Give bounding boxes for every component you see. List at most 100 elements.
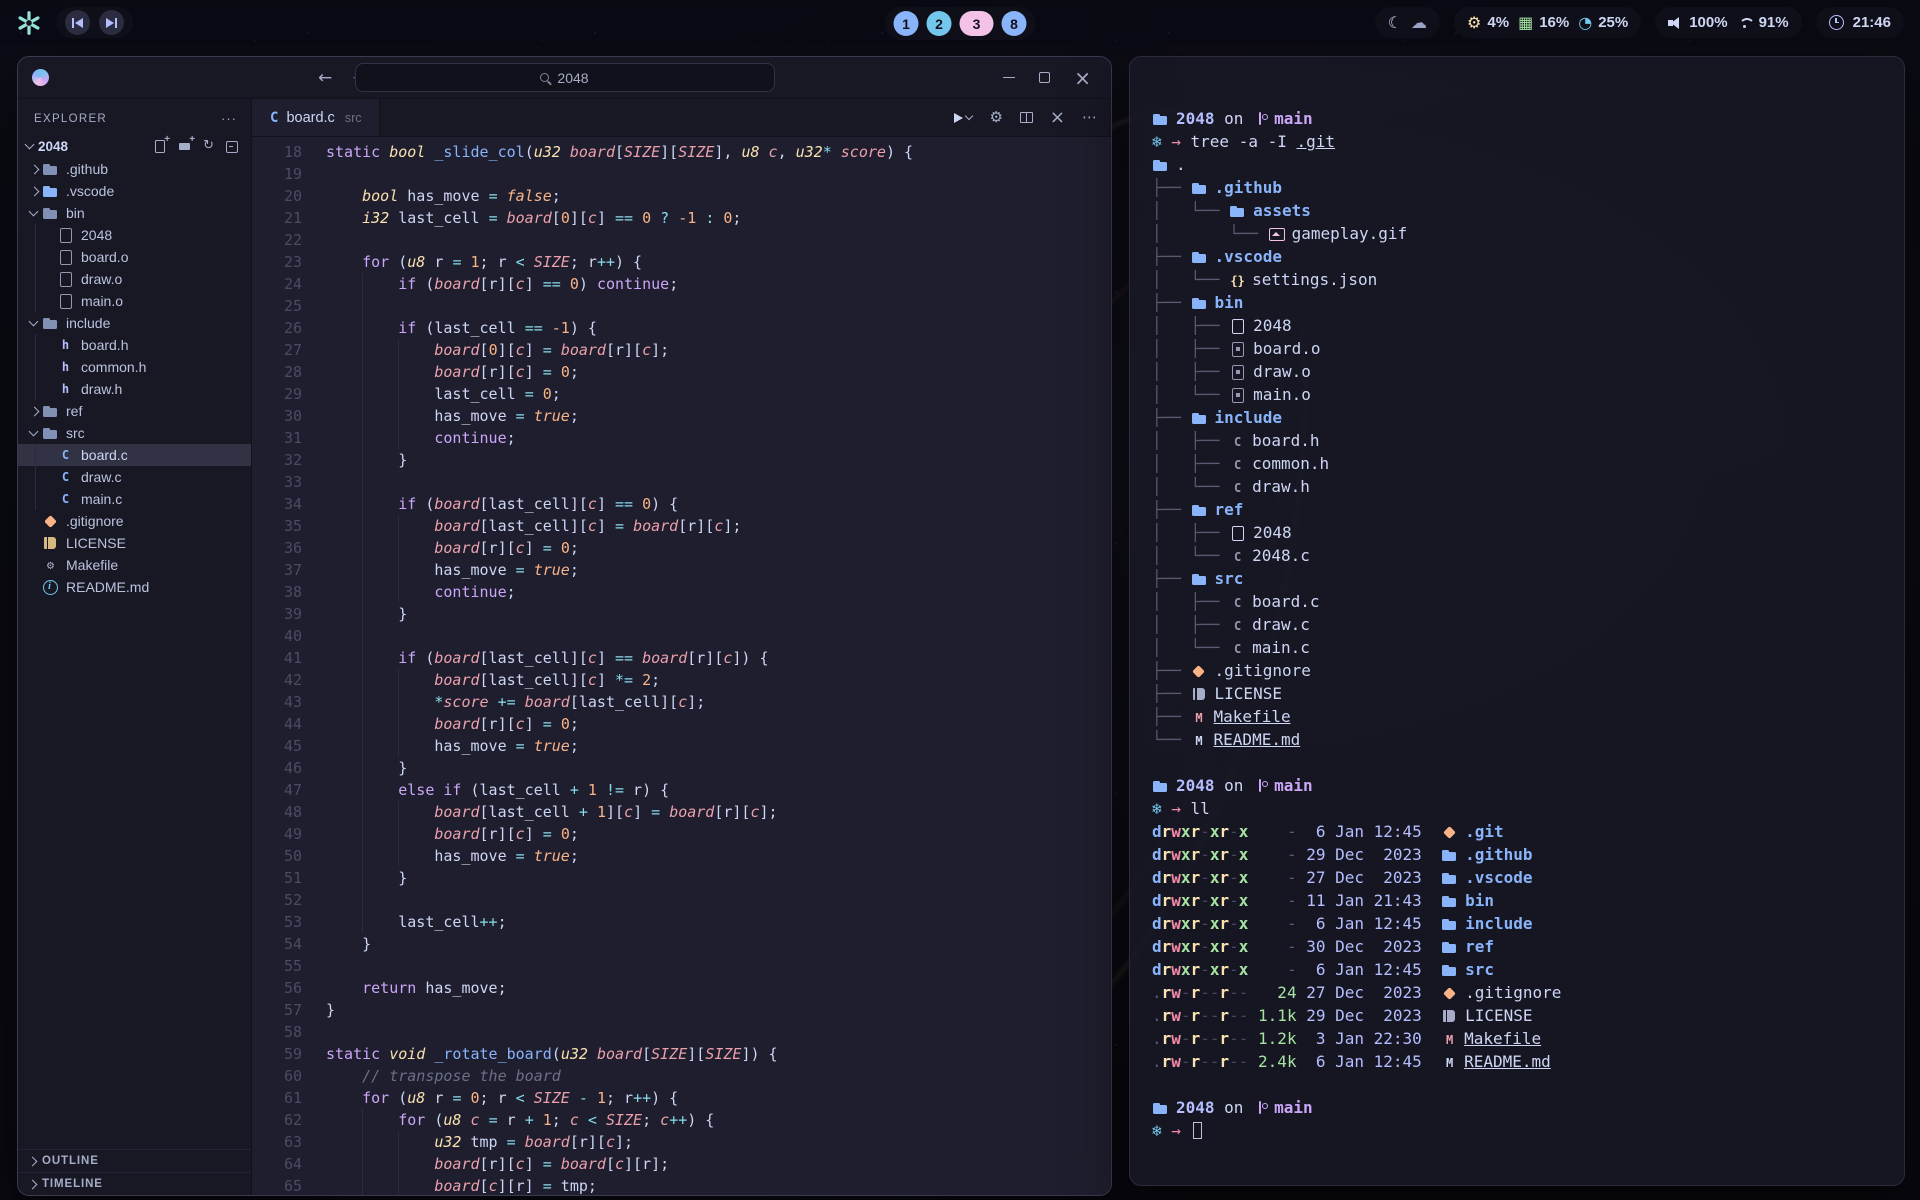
code-line-40[interactable]: 40	[252, 625, 1111, 647]
tree-item-ref[interactable]: ref	[18, 400, 251, 422]
tree-item-draw.h[interactable]: hdraw.h	[18, 378, 251, 400]
new-folder-icon[interactable]	[178, 139, 193, 153]
code-line-59[interactable]: 59static void _rotate_board(u32 board[SI…	[252, 1043, 1111, 1065]
minimize-button[interactable]	[1003, 69, 1015, 87]
code-line-23[interactable]: 23 for (u8 r = 1; r < SIZE; r++) {	[252, 251, 1111, 273]
code-line-48[interactable]: 48 board[last_cell + 1][c] = board[r][c]…	[252, 801, 1111, 823]
close-editor-icon[interactable]: ×	[1050, 109, 1065, 127]
code-line-38[interactable]: 38 continue;	[252, 581, 1111, 603]
tree-item-.vscode[interactable]: .vscode	[18, 180, 251, 202]
code-line-28[interactable]: 28 board[r][c] = 0;	[252, 361, 1111, 383]
code-line-44[interactable]: 44 board[r][c] = 0;	[252, 713, 1111, 735]
project-root[interactable]: 2048 ↻	[18, 134, 251, 158]
code-line-62[interactable]: 62 for (u8 c = r + 1; c < SIZE; c++) {	[252, 1109, 1111, 1131]
code-line-39[interactable]: 39 }	[252, 603, 1111, 625]
code-line-30[interactable]: 30 has_move = true;	[252, 405, 1111, 427]
tree-item-src[interactable]: src	[18, 422, 251, 444]
tree-item-main.o[interactable]: main.o	[18, 290, 251, 312]
tree-item-.github[interactable]: .github	[18, 158, 251, 180]
code-line-58[interactable]: 58	[252, 1021, 1111, 1043]
tree-item-.gitignore[interactable]: .gitignore	[18, 510, 251, 532]
tree-item-main.c[interactable]: Cmain.c	[18, 488, 251, 510]
settings-gear-icon[interactable]: ⚙	[989, 110, 1002, 125]
code-line-51[interactable]: 51 }	[252, 867, 1111, 889]
tree-item-board.c[interactable]: Cboard.c	[18, 444, 251, 466]
code-line-52[interactable]: 52	[252, 889, 1111, 911]
nav-back-button[interactable]: ←	[318, 68, 332, 88]
code-line-60[interactable]: 60 // transpose the board	[252, 1065, 1111, 1087]
code-line-54[interactable]: 54 }	[252, 933, 1111, 955]
tree-item-include[interactable]: include	[18, 312, 251, 334]
code-line-20[interactable]: 20 bool has_move = false;	[252, 185, 1111, 207]
code-line-29[interactable]: 29 last_cell = 0;	[252, 383, 1111, 405]
code-line-25[interactable]: 25	[252, 295, 1111, 317]
code-line-31[interactable]: 31 continue;	[252, 427, 1111, 449]
code-line-65[interactable]: 65 board[c][r] = tmp;	[252, 1175, 1111, 1195]
code-line-42[interactable]: 42 board[last_cell][c] *= 2;	[252, 669, 1111, 691]
code-line-61[interactable]: 61 for (u8 r = 0; r < SIZE - 1; r++) {	[252, 1087, 1111, 1109]
media-prev-button[interactable]	[65, 10, 90, 35]
tab-board.c[interactable]: C board.c src	[252, 99, 380, 136]
code-line-56[interactable]: 56 return has_move;	[252, 977, 1111, 999]
tree-item-board.o[interactable]: board.o	[18, 246, 251, 268]
tree-item-Makefile[interactable]: ⚙Makefile	[18, 554, 251, 576]
refresh-icon[interactable]: ↻	[203, 139, 214, 153]
tree-item-LICENSE[interactable]: LICENSE	[18, 532, 251, 554]
clock-widget[interactable]: 21:46	[1816, 7, 1904, 38]
media-next-button[interactable]	[99, 10, 124, 35]
tree-item-common.h[interactable]: hcommon.h	[18, 356, 251, 378]
workspace-2[interactable]: 2	[927, 11, 952, 36]
maximize-button[interactable]	[1039, 69, 1050, 87]
code-line-63[interactable]: 63 u32 tmp = board[r][c];	[252, 1131, 1111, 1153]
code-line-43[interactable]: 43 *score += board[last_cell][c];	[252, 691, 1111, 713]
workspace-8[interactable]: 8	[1002, 11, 1027, 36]
code-line-19[interactable]: 19	[252, 163, 1111, 185]
tree-item-bin[interactable]: bin	[18, 202, 251, 224]
code-line-21[interactable]: 21 i32 last_cell = board[0][c] == 0 ? -1…	[252, 207, 1111, 229]
distro-logo-icon[interactable]	[16, 10, 42, 36]
more-actions-icon[interactable]: ⋯	[1082, 110, 1097, 125]
code-line-57[interactable]: 57}	[252, 999, 1111, 1021]
code-line-41[interactable]: 41 if (board[last_cell][c] == board[r][c…	[252, 647, 1111, 669]
run-button[interactable]	[954, 113, 972, 123]
code-line-24[interactable]: 24 if (board[r][c] == 0) continue;	[252, 273, 1111, 295]
code-line-46[interactable]: 46 }	[252, 757, 1111, 779]
code-line-47[interactable]: 47 else if (last_cell + 1 != r) {	[252, 779, 1111, 801]
weather-widget[interactable]: ☾ ☁	[1375, 7, 1440, 38]
code-line-55[interactable]: 55	[252, 955, 1111, 977]
system-stats[interactable]: ⚙ 4% ▦ 16% ◔ 25%	[1454, 7, 1641, 38]
workspace-1[interactable]: 1	[894, 11, 919, 36]
tree-item-draw.o[interactable]: draw.o	[18, 268, 251, 290]
new-file-icon[interactable]	[153, 139, 168, 153]
tree-item-2048[interactable]: 2048	[18, 224, 251, 246]
code-line-35[interactable]: 35 board[last_cell][c] = board[r][c];	[252, 515, 1111, 537]
audio-network-widget[interactable]: 100% 91%	[1655, 7, 1801, 38]
code-line-18[interactable]: 18static bool _slide_col(u32 board[SIZE]…	[252, 141, 1111, 163]
timeline-section[interactable]: TIMELINE	[18, 1172, 251, 1195]
code-line-45[interactable]: 45 has_move = true;	[252, 735, 1111, 757]
code-area[interactable]: 18static bool _slide_col(u32 board[SIZE]…	[252, 137, 1111, 1195]
tree-item-draw.c[interactable]: Cdraw.c	[18, 466, 251, 488]
workspace-3[interactable]: 3	[960, 11, 994, 36]
command-center-search[interactable]: 2048	[355, 63, 775, 92]
code-line-53[interactable]: 53 last_cell++;	[252, 911, 1111, 933]
split-editor-icon[interactable]	[1020, 112, 1033, 123]
collapse-all-icon[interactable]	[224, 139, 239, 153]
code-line-33[interactable]: 33	[252, 471, 1111, 493]
code-line-36[interactable]: 36 board[r][c] = 0;	[252, 537, 1111, 559]
explorer-more-icon[interactable]: ···	[221, 111, 237, 126]
vscode-titlebar[interactable]: ← → 2048 ×	[18, 57, 1111, 99]
code-line-27[interactable]: 27 board[0][c] = board[r][c];	[252, 339, 1111, 361]
code-line-26[interactable]: 26 if (last_cell == -1) {	[252, 317, 1111, 339]
tree-item-README.md[interactable]: README.md	[18, 576, 251, 598]
code-line-49[interactable]: 49 board[r][c] = 0;	[252, 823, 1111, 845]
terminal-window[interactable]: 2048 on main❄ → tree -a -I .git.├── .git…	[1129, 56, 1905, 1186]
code-line-34[interactable]: 34 if (board[last_cell][c] == 0) {	[252, 493, 1111, 515]
tree-item-board.h[interactable]: hboard.h	[18, 334, 251, 356]
code-line-37[interactable]: 37 has_move = true;	[252, 559, 1111, 581]
code-line-50[interactable]: 50 has_move = true;	[252, 845, 1111, 867]
code-line-64[interactable]: 64 board[r][c] = board[c][r];	[252, 1153, 1111, 1175]
close-window-button[interactable]: ×	[1074, 69, 1091, 87]
code-line-22[interactable]: 22	[252, 229, 1111, 251]
code-line-32[interactable]: 32 }	[252, 449, 1111, 471]
